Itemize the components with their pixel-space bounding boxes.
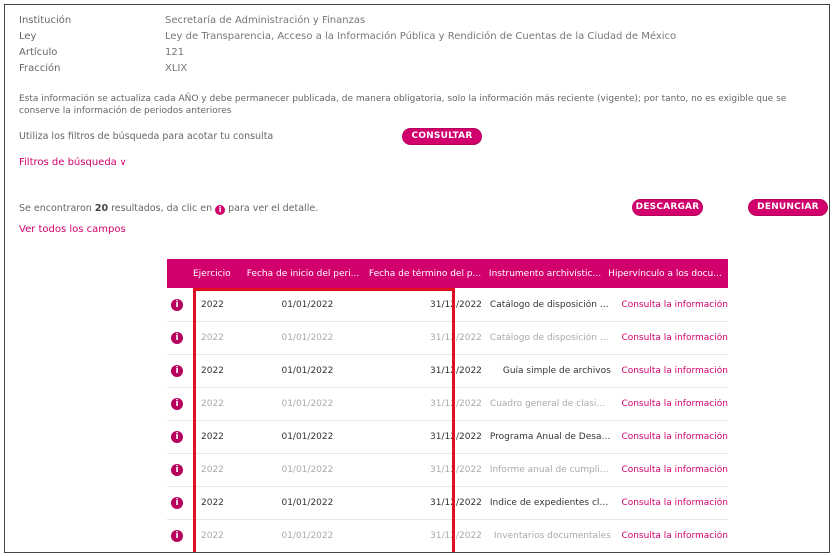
institucion-label: Institución: [19, 15, 72, 26]
cell-fecha-termino: 31/12/2022: [430, 332, 482, 343]
table-row: i 2022 01/01/2022 31/12/2022 Informe anu…: [167, 453, 728, 487]
table-row: i 2022 01/01/2022 31/12/2022 Catálogo de…: [167, 288, 728, 322]
info-icon[interactable]: i: [171, 430, 183, 443]
info-icon[interactable]: i: [171, 463, 183, 476]
table-row: i 2022 01/01/2022 31/12/2022 Programa An…: [167, 420, 728, 454]
cell-fecha-inicio: 01/01/2022: [281, 431, 334, 442]
fraccion-value: XLIX: [165, 63, 188, 74]
cell-ejercicio: 2022: [201, 332, 224, 343]
cell-fecha-termino: 31/12/2022: [430, 365, 482, 376]
institucion-value: Secretaría de Administración y Finanzas: [165, 15, 366, 26]
column-fecha-inicio[interactable]: Fecha de inicio del peri...: [241, 269, 365, 279]
update-notice: Esta información se actualiza cada AÑO y…: [19, 94, 787, 116]
cell-hipervinculo-link[interactable]: Consulta la información: [611, 531, 728, 541]
cell-instrumento: Informe anual de cumplimi...: [489, 464, 611, 475]
ley-label: Ley: [19, 31, 37, 42]
cell-fecha-inicio: 01/01/2022: [281, 398, 334, 409]
search-hint: Utiliza los filtros de búsqueda para aco…: [19, 131, 274, 142]
cell-ejercicio: 2022: [201, 497, 224, 508]
column-hipervinculo[interactable]: Hipervínculo a los docu...: [605, 269, 725, 279]
cell-fecha-inicio: 01/01/2022: [281, 299, 334, 310]
results-suffix: para ver el detalle.: [225, 203, 319, 214]
table-row: i 2022 01/01/2022 31/12/2022 Catálogo de…: [167, 321, 728, 355]
denunciar-button[interactable]: DENUNCIAR: [749, 200, 827, 215]
table-row: i 2022 01/01/2022 31/12/2022 Cuadro gene…: [167, 387, 728, 421]
cell-hipervinculo-link[interactable]: Consulta la información: [611, 465, 728, 475]
cell-instrumento: Catálogo de disposición doc...: [489, 332, 611, 343]
info-icon[interactable]: i: [171, 529, 183, 542]
cell-fecha-termino: 31/12/2022: [430, 431, 482, 442]
cell-ejercicio: 2022: [201, 431, 224, 442]
filters-label: Filtros de búsqueda: [19, 157, 117, 168]
cell-fecha-termino: 31/12/2022: [430, 530, 482, 541]
column-fecha-termino[interactable]: Fecha de término del p...: [365, 269, 485, 279]
cell-ejercicio: 2022: [201, 365, 224, 376]
cell-hipervinculo-link[interactable]: Consulta la información: [611, 333, 728, 343]
cell-fecha-inicio: 01/01/2022: [281, 365, 334, 376]
table-row: i 2022 01/01/2022 31/12/2022 Guía simple…: [167, 354, 728, 388]
results-summary: Se encontraron 20 resultados, da clic en…: [19, 203, 318, 215]
table-row: i 2022 01/01/2022 31/12/2022 Índice de e…: [167, 486, 728, 520]
results-prefix: Se encontraron: [19, 203, 95, 214]
table-header: Ejercicio Fecha de inicio del peri... Fe…: [167, 259, 728, 288]
info-icon[interactable]: i: [171, 397, 183, 410]
cell-fecha-inicio: 01/01/2022: [281, 332, 334, 343]
cell-fecha-termino: 31/12/2022: [430, 299, 482, 310]
cell-hipervinculo-link[interactable]: Consulta la información: [611, 300, 728, 310]
filters-toggle[interactable]: Filtros de búsqueda ∨: [19, 157, 126, 168]
articulo-value: 121: [165, 47, 185, 58]
cell-fecha-inicio: 01/01/2022: [281, 464, 334, 475]
table-row: i 2022 01/01/2022 31/12/2022 Inventarios…: [167, 519, 728, 552]
cell-instrumento: Guía simple de archivos: [502, 365, 611, 376]
cell-fecha-termino: 31/12/2022: [430, 464, 482, 475]
cell-instrumento: Índice de expedientes clasifi...: [489, 497, 611, 508]
cell-ejercicio: 2022: [201, 530, 224, 541]
consultar-button[interactable]: CONSULTAR: [403, 129, 481, 144]
cell-hipervinculo-link[interactable]: Consulta la información: [611, 399, 728, 409]
descargar-button[interactable]: DESCARGAR: [633, 200, 702, 215]
cell-ejercicio: 2022: [201, 464, 224, 475]
info-icon[interactable]: i: [171, 331, 183, 344]
info-icon[interactable]: i: [171, 298, 183, 311]
info-icon: i: [215, 205, 226, 215]
cell-fecha-inicio: 01/01/2022: [281, 530, 334, 541]
cell-instrumento: Cuadro general de clasificac...: [489, 398, 611, 409]
cell-ejercicio: 2022: [201, 398, 224, 409]
articulo-label: Artículo: [19, 47, 58, 58]
fraccion-label: Fracción: [19, 63, 61, 74]
info-icon[interactable]: i: [171, 496, 183, 509]
cell-instrumento: Inventarios documentales: [493, 530, 611, 541]
cell-hipervinculo-link[interactable]: Consulta la información: [611, 366, 728, 376]
chevron-down-icon: ∨: [119, 158, 127, 168]
cell-instrumento: Catálogo de disposición doc...: [489, 299, 611, 310]
results-count: 20: [94, 203, 109, 214]
cell-fecha-inicio: 01/01/2022: [281, 497, 334, 508]
column-ejercicio[interactable]: Ejercicio: [167, 269, 241, 279]
ver-todos-link[interactable]: Ver todos los campos: [19, 224, 126, 235]
cell-fecha-termino: 31/12/2022: [430, 497, 482, 508]
cell-instrumento: Programa Anual de Desarro...: [489, 431, 611, 442]
info-icon[interactable]: i: [171, 364, 183, 377]
cell-ejercicio: 2022: [201, 299, 224, 310]
column-instrumento[interactable]: Instrumento archivístic...: [485, 269, 605, 279]
page-frame: Institución Secretaría de Administración…: [4, 4, 830, 553]
results-middle: resultados, da clic en: [108, 203, 216, 214]
cell-fecha-termino: 31/12/2022: [430, 398, 482, 409]
cell-hipervinculo-link[interactable]: Consulta la información: [611, 498, 728, 508]
cell-hipervinculo-link[interactable]: Consulta la información: [611, 432, 728, 442]
ley-value: Ley de Transparencia, Acceso a la Inform…: [165, 31, 677, 42]
